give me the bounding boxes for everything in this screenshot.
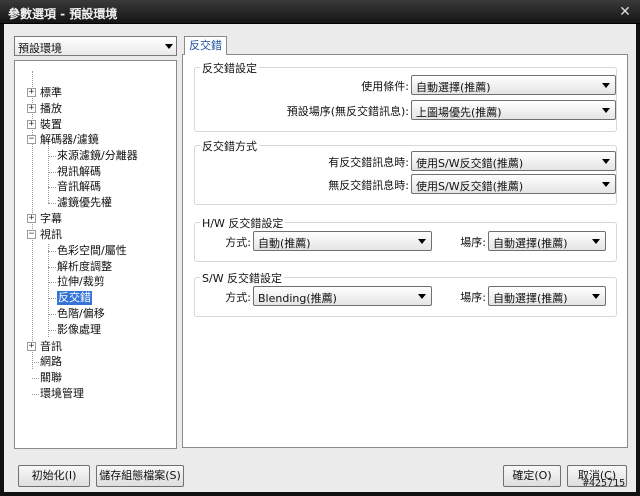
title-bar[interactable]: 參數選項 - 預設環境 ✕ <box>0 0 640 24</box>
tree-item-label: 關聯 <box>40 371 62 384</box>
hw-method-label: 方式: <box>225 236 251 249</box>
tree-item-label: 拉伸/裁剪 <box>57 275 105 288</box>
ok-button[interactable]: 確定(O) <box>503 465 561 487</box>
tree-item-label: 來源濾鏡/分離器 <box>57 149 138 162</box>
tree-item-label: 字幕 <box>40 212 62 225</box>
sw-field-label: 場序: <box>460 291 486 304</box>
tree-connector <box>48 172 56 173</box>
sw-field-dropdown[interactable]: 自動選擇(推薦) <box>488 286 606 306</box>
sw-deinterlace-group: S/W 反交錯設定 方式: Blending(推薦) 場序: 自動選擇(推薦) <box>194 270 617 317</box>
tree-connector <box>48 298 56 299</box>
chevron-down-icon <box>418 239 426 244</box>
preferences-window: 參數選項 - 預設環境 ✕ 預設環境 + 標準 + 播放 + 裝置 − 解碼器/… <box>0 0 640 496</box>
hw-field-label: 場序: <box>460 236 486 249</box>
hw-method-dropdown[interactable]: 自動(推薦) <box>253 231 432 251</box>
tree-item-label: 解析度調整 <box>57 260 112 273</box>
tree-item-label: 視訊 <box>40 228 62 241</box>
group-title: H/W 反交錯設定 <box>200 215 286 231</box>
profile-dropdown[interactable]: 預設環境 <box>14 36 177 56</box>
tree-connector <box>48 203 56 204</box>
tree-item-label: 濾鏡優先權 <box>57 196 112 209</box>
hw-field-value: 自動選擇(推薦) <box>493 237 568 250</box>
tree-item-label: 標準 <box>40 86 62 99</box>
window-title: 參數選項 - 預設環境 <box>8 7 118 21</box>
with-info-label: 有反交錯訊息時: <box>328 156 409 169</box>
chevron-down-icon <box>602 182 610 187</box>
chevron-down-icon <box>592 294 600 299</box>
tree-connector <box>48 187 56 188</box>
initialize-button[interactable]: 初始化(I) <box>18 465 90 487</box>
tree-item-label: 音訊解碼 <box>57 180 101 193</box>
field-order-label: 預設場序(無反交錯訊息): <box>286 105 409 118</box>
field-order-value: 上圖場優先(推薦) <box>416 106 502 119</box>
tree-connector <box>48 282 56 283</box>
tree-item-label: 解碼器/濾鏡 <box>40 133 99 146</box>
without-info-value: 使用S/W反交錯(推薦) <box>416 180 524 193</box>
tree-item-label: 網路 <box>40 355 62 368</box>
tree-item-label: 色彩空間/屬性 <box>57 244 127 257</box>
settings-tree[interactable]: + 標準 + 播放 + 裝置 − 解碼器/濾鏡 來源濾鏡/分離器 視訊解碼 音訊… <box>14 60 177 449</box>
tab-deinterlace[interactable]: 反交錯 <box>184 36 227 55</box>
tree-item-label: 播放 <box>40 102 62 115</box>
chevron-down-icon <box>165 44 173 49</box>
deinterlace-method-group: 反交錯方式 有反交錯訊息時: 使用S/W反交錯(推薦) 無反交錯訊息時: 使用S… <box>194 138 617 205</box>
without-info-dropdown[interactable]: 使用S/W反交錯(推薦) <box>411 174 616 194</box>
tree-item-label: 音訊 <box>40 340 62 353</box>
with-info-dropdown[interactable]: 使用S/W反交錯(推薦) <box>411 151 616 171</box>
tree-connector <box>32 362 39 363</box>
group-title: 反交錯設定 <box>200 60 259 76</box>
without-info-label: 無反交錯訊息時: <box>328 179 409 192</box>
hw-field-dropdown[interactable]: 自動選擇(推薦) <box>488 231 606 251</box>
tree-connector <box>48 244 49 337</box>
sw-method-dropdown[interactable]: Blending(推薦) <box>253 286 432 306</box>
tree-connector <box>48 267 56 268</box>
profile-dropdown-value: 預設環境 <box>18 42 62 55</box>
chevron-down-icon <box>602 159 610 164</box>
chevron-down-icon <box>418 294 426 299</box>
chevron-down-icon <box>602 108 610 113</box>
expand-icon[interactable]: + <box>27 214 36 223</box>
hw-deinterlace-group: H/W 反交錯設定 方式: 自動(推薦) 場序: 自動選擇(推薦) <box>194 215 617 262</box>
group-title: 反交錯方式 <box>200 138 259 154</box>
tree-item-label: 反交錯 <box>57 291 92 305</box>
hw-method-value: 自動(推薦) <box>258 237 311 250</box>
expand-icon[interactable]: + <box>27 104 36 113</box>
tree-connector <box>48 330 56 331</box>
tree-connector <box>48 156 56 157</box>
tree-item-label: 影像處理 <box>57 323 101 336</box>
use-condition-dropdown[interactable]: 自動選擇(推薦) <box>411 75 616 95</box>
watermark-text: #425715 <box>583 478 626 489</box>
tree-connector <box>32 378 39 379</box>
field-order-dropdown[interactable]: 上圖場優先(推薦) <box>411 100 616 120</box>
use-condition-value: 自動選擇(推薦) <box>416 81 491 94</box>
collapse-icon[interactable]: − <box>27 230 36 239</box>
sw-method-value: Blending(推薦) <box>258 292 337 305</box>
sw-method-label: 方式: <box>225 291 251 304</box>
tree-connector <box>32 394 39 395</box>
tree-connector <box>48 314 56 315</box>
collapse-icon[interactable]: − <box>27 135 36 144</box>
expand-icon[interactable]: + <box>27 342 36 351</box>
tree-connector <box>48 251 56 252</box>
tree-item-label: 色階/偏移 <box>57 307 105 320</box>
expand-icon[interactable]: + <box>27 120 36 129</box>
save-profile-button[interactable]: 儲存組態檔案(S) <box>96 465 184 487</box>
use-condition-label: 使用條件: <box>361 80 409 93</box>
tree-item-label: 視訊解碼 <box>57 165 101 178</box>
tree-item-label: 環境管理 <box>40 387 84 400</box>
chevron-down-icon <box>592 239 600 244</box>
expand-icon[interactable]: + <box>27 88 36 97</box>
sw-field-value: 自動選擇(推薦) <box>493 292 568 305</box>
with-info-value: 使用S/W反交錯(推薦) <box>416 157 524 170</box>
deinterlace-settings-group: 反交錯設定 使用條件: 自動選擇(推薦) 預設場序(無反交錯訊息): 上圖場優先… <box>194 60 617 132</box>
chevron-down-icon <box>602 83 610 88</box>
dialog-body: 預設環境 + 標準 + 播放 + 裝置 − 解碼器/濾鏡 來源濾鏡/分離器 視訊… <box>4 24 636 492</box>
close-icon[interactable]: ✕ <box>616 3 634 21</box>
group-title: S/W 反交錯設定 <box>200 270 285 286</box>
tree-item-label: 裝置 <box>40 118 62 131</box>
settings-panel: 反交錯設定 使用條件: 自動選擇(推薦) 預設場序(無反交錯訊息): 上圖場優先… <box>182 54 628 448</box>
